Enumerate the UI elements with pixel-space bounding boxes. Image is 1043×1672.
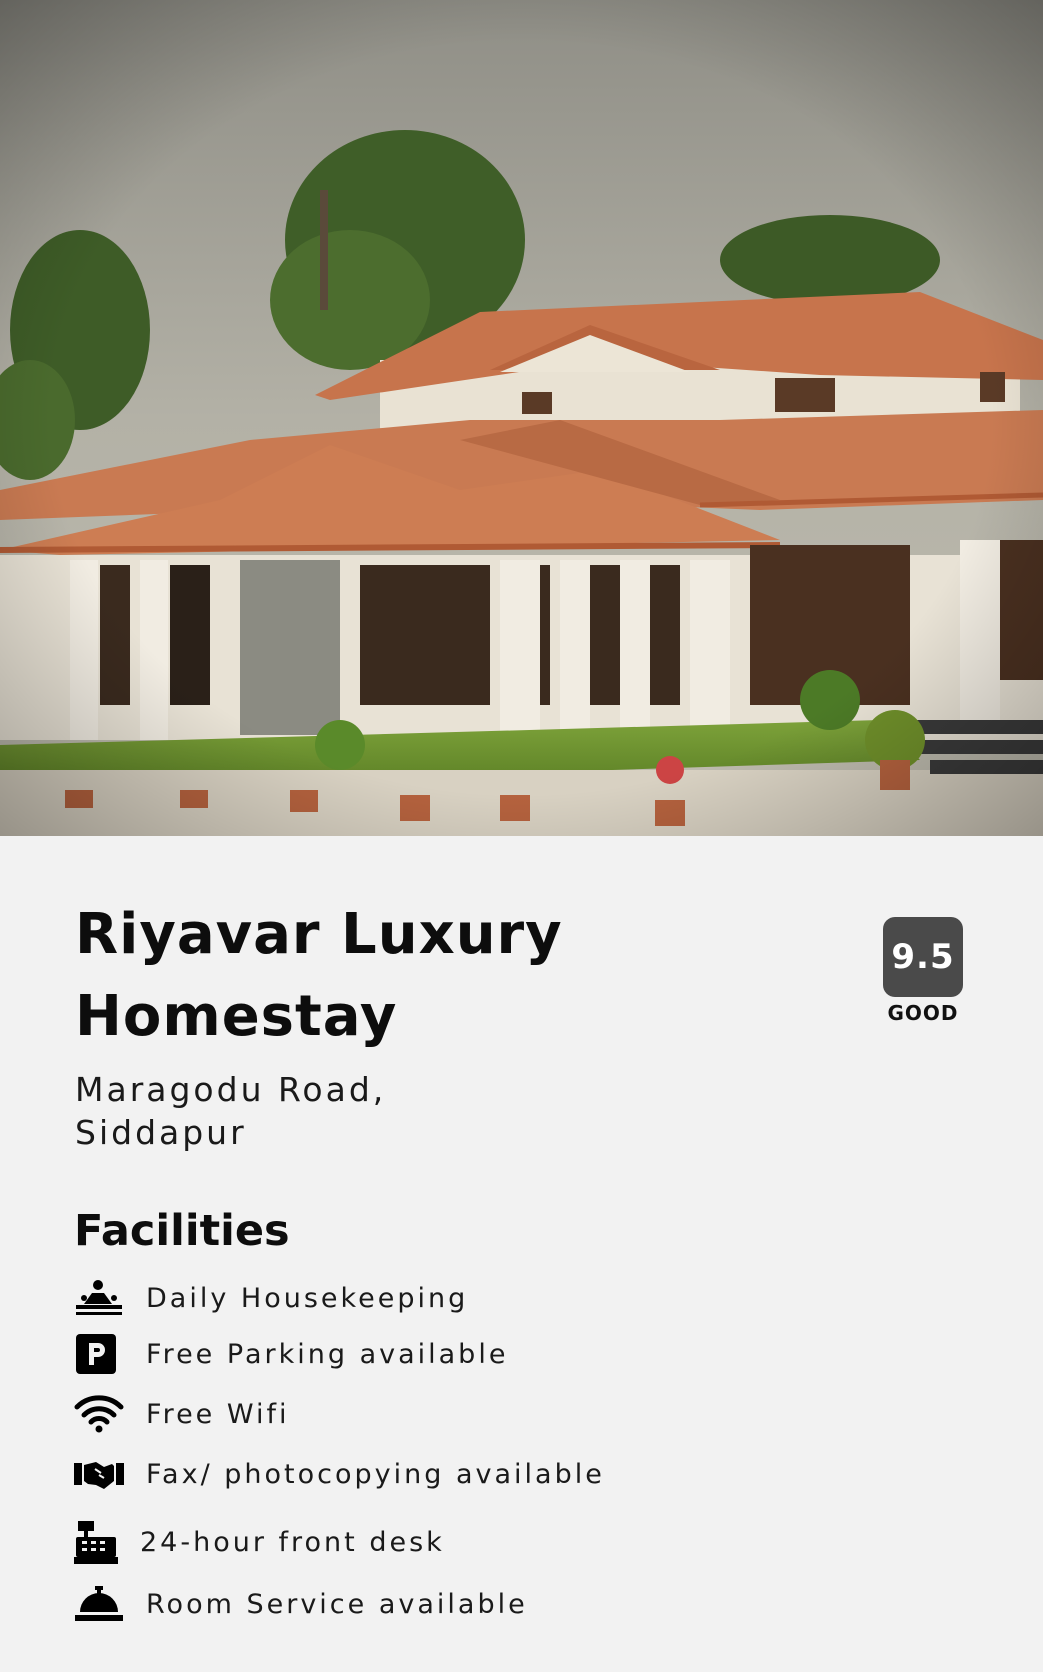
- parking-icon: [74, 1331, 126, 1377]
- facility-item-room-service: Room Service available: [74, 1579, 528, 1629]
- facility-item-front-desk: 24-hour front desk: [74, 1517, 445, 1567]
- facility-item-fax: Fax/ photocopying available: [74, 1449, 605, 1499]
- facility-label: Free Parking available: [146, 1338, 509, 1370]
- rating-badge: 9.5 GOOD: [883, 917, 963, 1025]
- property-name: Riyavar Luxury Homestay: [75, 902, 563, 1049]
- facilities-heading: Facilities: [74, 1206, 290, 1256]
- facility-label: Daily Housekeeping: [146, 1282, 469, 1314]
- facility-label: Room Service available: [146, 1588, 528, 1620]
- concierge-bell-icon: [74, 1581, 126, 1627]
- facility-item-housekeeping: Daily Housekeeping: [74, 1273, 468, 1323]
- rating-label: GOOD: [887, 1001, 959, 1025]
- facility-label: 24-hour front desk: [140, 1526, 445, 1558]
- wifi-icon: [74, 1391, 126, 1437]
- facility-item-parking: Free Parking available: [74, 1329, 508, 1379]
- housekeeping-icon: [74, 1275, 126, 1321]
- facility-label: Free Wifi: [146, 1398, 290, 1430]
- property-address: Maragodu Road, Siddapur: [75, 1070, 387, 1152]
- facility-item-wifi: Free Wifi: [74, 1389, 290, 1439]
- handshake-icon: [74, 1451, 126, 1497]
- property-details: Riyavar Luxury Homestay Maragodu Road, S…: [0, 836, 1043, 1672]
- facility-label: Fax/ photocopying available: [146, 1458, 605, 1490]
- cash-register-icon: [74, 1519, 126, 1565]
- rating-score: 9.5: [883, 917, 963, 997]
- hero-image: [0, 0, 1043, 836]
